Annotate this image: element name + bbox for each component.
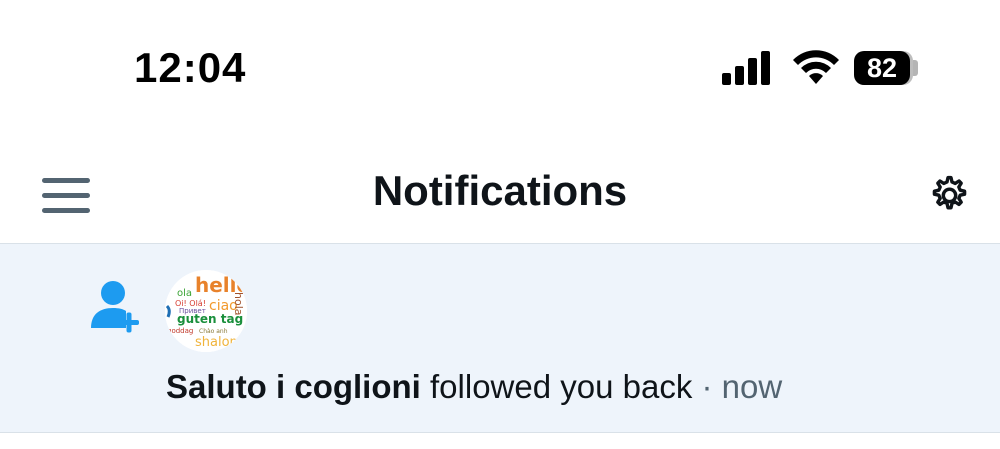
notification-text: Saluto i coglioni followed you back · no… [166,368,782,406]
page-title: Notifications [372,167,628,214]
avatar-word-ola: ola [177,288,192,299]
battery-cap [913,60,918,76]
avatar-word-cloud-image: hello ola Oi! Olá! Привет ciao hola gute… [165,270,247,352]
avatar-word-shalom: shalom [195,335,242,350]
notification-separator: · [692,368,722,405]
status-bar: 12:04 82 [0,0,1000,130]
avatar-word-chao-anh: Chào anh [199,328,228,335]
page-header: Notifications [0,145,1000,243]
battery-level: 82 [866,52,898,83]
avatar-word-guten-tag: guten tag [177,312,243,326]
notification-item[interactable]: hello ola Oi! Olá! Привет ciao hola gute… [0,243,1000,433]
settings-gear-icon[interactable] [924,172,972,220]
avatar-word-goddag: goddag [167,327,193,335]
user-plus-icon [91,281,139,333]
wifi-icon [793,50,839,84]
user-avatar[interactable]: hello ola Oi! Olá! Привет ciao hola gute… [165,270,247,352]
battery-icon: 82 [854,51,910,85]
status-clock: 12:04 [134,44,247,91]
notification-time: now [721,368,783,405]
cellular-signal-icon [722,51,770,85]
notification-action: followed you back [420,368,693,405]
notification-user-name[interactable]: Saluto i coglioni [166,368,421,405]
